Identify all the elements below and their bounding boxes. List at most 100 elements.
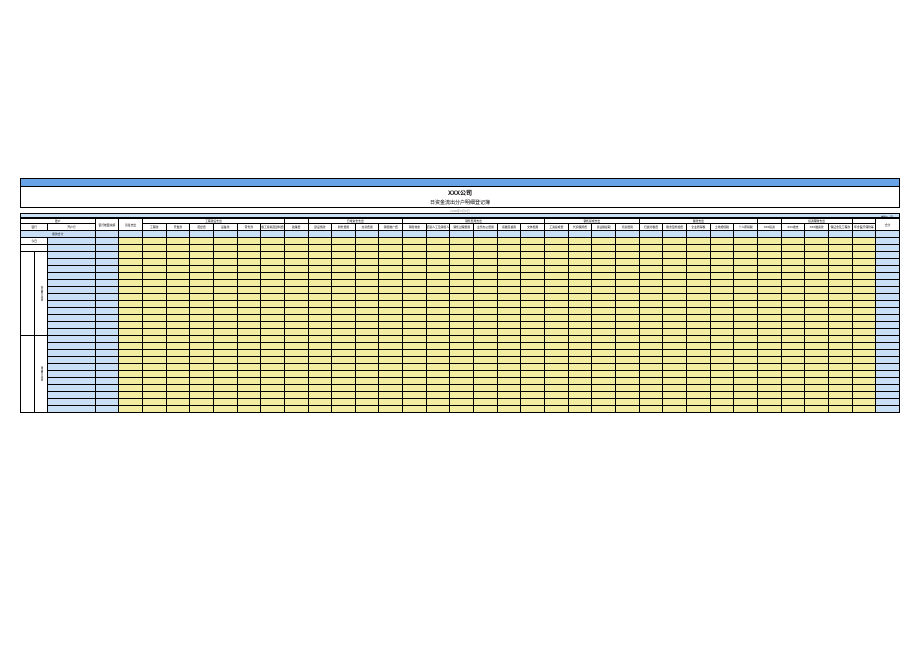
cell[interactable] xyxy=(426,378,450,385)
cell[interactable] xyxy=(213,315,237,322)
cell[interactable] xyxy=(592,245,616,252)
cell[interactable] xyxy=(710,280,734,287)
cell[interactable] xyxy=(568,245,592,252)
cell[interactable] xyxy=(639,378,663,385)
cell[interactable] xyxy=(852,301,876,308)
cell[interactable] xyxy=(379,238,403,245)
cell[interactable] xyxy=(474,329,498,336)
cell[interactable] xyxy=(474,385,498,392)
cell[interactable] xyxy=(403,399,427,406)
cell[interactable] xyxy=(805,343,829,350)
cell[interactable] xyxy=(663,336,687,343)
cell[interactable] xyxy=(261,259,285,266)
cell[interactable] xyxy=(545,350,569,357)
cell[interactable] xyxy=(403,315,427,322)
cell[interactable] xyxy=(616,308,640,315)
cell[interactable] xyxy=(734,273,758,280)
cell[interactable] xyxy=(95,287,119,294)
cell[interactable] xyxy=(355,259,379,266)
cell[interactable] xyxy=(213,266,237,273)
cell[interactable] xyxy=(403,378,427,385)
cell[interactable] xyxy=(284,280,308,287)
cell[interactable] xyxy=(616,294,640,301)
cell[interactable] xyxy=(710,343,734,350)
cell[interactable] xyxy=(284,287,308,294)
cell[interactable] xyxy=(213,350,237,357)
cell[interactable] xyxy=(213,336,237,343)
cell[interactable] xyxy=(521,399,545,406)
cell[interactable] xyxy=(450,385,474,392)
cell[interactable] xyxy=(450,378,474,385)
cell[interactable] xyxy=(166,259,190,266)
cell[interactable] xyxy=(379,322,403,329)
cell[interactable] xyxy=(474,294,498,301)
cell[interactable] xyxy=(237,350,261,357)
cell[interactable] xyxy=(355,364,379,371)
cell[interactable] xyxy=(545,259,569,266)
cell[interactable] xyxy=(639,301,663,308)
cell[interactable] xyxy=(355,322,379,329)
cell[interactable] xyxy=(568,308,592,315)
cell[interactable] xyxy=(592,343,616,350)
cell[interactable] xyxy=(852,287,876,294)
cell[interactable] xyxy=(379,259,403,266)
cell[interactable] xyxy=(616,336,640,343)
cell[interactable] xyxy=(261,385,285,392)
cell[interactable] xyxy=(497,280,521,287)
cell[interactable] xyxy=(379,301,403,308)
cell[interactable] xyxy=(876,301,900,308)
cell[interactable] xyxy=(119,371,143,378)
cell[interactable] xyxy=(355,301,379,308)
cell[interactable] xyxy=(474,399,498,406)
cell[interactable] xyxy=(332,273,356,280)
cell[interactable] xyxy=(781,385,805,392)
cell[interactable] xyxy=(308,287,332,294)
cell[interactable] xyxy=(95,308,119,315)
cell[interactable] xyxy=(450,322,474,329)
cell[interactable] xyxy=(450,371,474,378)
cell[interactable] xyxy=(119,336,143,343)
cell[interactable] xyxy=(616,301,640,308)
cell[interactable] xyxy=(497,266,521,273)
cell[interactable] xyxy=(828,308,852,315)
cell[interactable] xyxy=(663,252,687,259)
cell[interactable] xyxy=(332,385,356,392)
cell[interactable] xyxy=(142,245,166,252)
cell[interactable] xyxy=(261,329,285,336)
cell[interactable] xyxy=(95,280,119,287)
cell[interactable] xyxy=(521,301,545,308)
cell[interactable] xyxy=(450,266,474,273)
cell[interactable] xyxy=(355,287,379,294)
cell[interactable] xyxy=(474,245,498,252)
cell[interactable] xyxy=(142,364,166,371)
cell[interactable] xyxy=(545,252,569,259)
cell[interactable] xyxy=(616,350,640,357)
cell[interactable] xyxy=(497,259,521,266)
cell[interactable] xyxy=(403,364,427,371)
cell[interactable] xyxy=(426,364,450,371)
cell[interactable] xyxy=(403,385,427,392)
cell[interactable] xyxy=(876,343,900,350)
cell[interactable] xyxy=(828,259,852,266)
cell[interactable] xyxy=(592,308,616,315)
cell[interactable] xyxy=(497,406,521,413)
cell[interactable] xyxy=(142,315,166,322)
cell[interactable] xyxy=(710,315,734,322)
cell[interactable] xyxy=(568,399,592,406)
cell[interactable] xyxy=(119,294,143,301)
cell[interactable] xyxy=(166,252,190,259)
cell[interactable] xyxy=(521,392,545,399)
cell[interactable] xyxy=(379,329,403,336)
cell[interactable] xyxy=(95,301,119,308)
cell[interactable] xyxy=(284,399,308,406)
cell[interactable] xyxy=(213,329,237,336)
cell[interactable] xyxy=(237,315,261,322)
cell[interactable] xyxy=(687,343,711,350)
cell[interactable] xyxy=(521,259,545,266)
cell[interactable] xyxy=(497,357,521,364)
cell[interactable] xyxy=(237,357,261,364)
cell[interactable] xyxy=(828,294,852,301)
cell[interactable] xyxy=(663,357,687,364)
cell[interactable] xyxy=(757,238,781,245)
cell[interactable] xyxy=(781,357,805,364)
